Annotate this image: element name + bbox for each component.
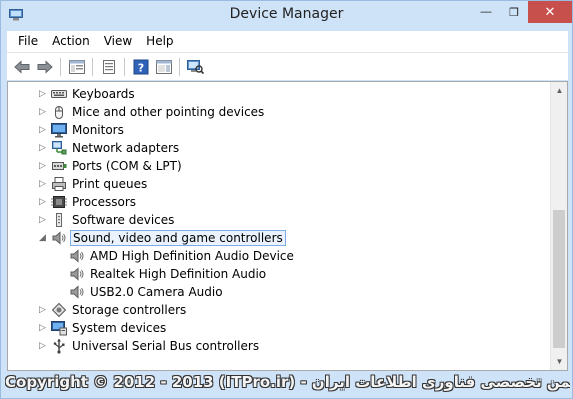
- port-icon: [51, 158, 67, 174]
- expand-arrow-icon[interactable]: ▷: [38, 179, 47, 188]
- tree-node-label[interactable]: Print queues: [70, 176, 149, 192]
- scroll-up-arrow-icon[interactable]: ▲: [551, 82, 567, 99]
- help-button[interactable]: ?: [129, 56, 152, 78]
- vertical-scrollbar[interactable]: ▲ ▼: [550, 82, 567, 370]
- copyright-watermark: Copyright © 2012 - 2013 (ITPro.ir) - انج…: [5, 373, 570, 391]
- tree-node-label[interactable]: Sound, video and game controllers: [70, 230, 286, 246]
- storage-icon: [51, 302, 67, 318]
- mouse-icon: [51, 104, 67, 120]
- show-hide-console-tree-button[interactable]: [65, 56, 88, 78]
- show-hide-tree-icon: [68, 59, 85, 74]
- tree-node-storage-controllers[interactable]: ▷ Storage controllers: [8, 301, 548, 319]
- tree-node-label[interactable]: Keyboards: [70, 86, 137, 102]
- tree-node-processors[interactable]: ▷ Processors: [8, 193, 548, 211]
- expand-arrow-icon[interactable]: ▷: [38, 341, 47, 350]
- expand-arrow-icon[interactable]: ▷: [38, 89, 47, 98]
- speaker-icon: [69, 266, 85, 282]
- window-controls: — ❐ ✕: [472, 1, 572, 23]
- properties-button[interactable]: [97, 56, 120, 78]
- printer-icon: [51, 176, 67, 192]
- keyboard-icon: [51, 86, 67, 102]
- help-icon: ?: [133, 59, 148, 74]
- expand-arrow-icon[interactable]: ▷: [38, 215, 47, 224]
- processor-icon: [51, 194, 67, 210]
- menu-file[interactable]: File: [11, 32, 45, 51]
- tree-node-amd-high-definition-audio-device[interactable]: AMD High Definition Audio Device: [8, 247, 548, 265]
- scroll-down-arrow-icon[interactable]: ▼: [551, 353, 567, 370]
- tree-node-universal-serial-bus-controllers[interactable]: ▷ Universal Serial Bus controllers: [8, 337, 548, 355]
- expand-arrow-icon[interactable]: ▷: [38, 161, 47, 170]
- forward-button[interactable]: [33, 56, 56, 78]
- tree-node-monitors[interactable]: ▷ Monitors: [8, 121, 548, 139]
- scan-hardware-icon: [187, 59, 204, 74]
- tree-node-label[interactable]: Storage controllers: [70, 302, 188, 318]
- tree-node-label[interactable]: USB2.0 Camera Audio: [88, 284, 225, 300]
- menu-help[interactable]: Help: [139, 32, 180, 51]
- speaker-icon: [51, 230, 67, 246]
- menu-bar: File Action View Help: [7, 31, 568, 52]
- action-pane-button[interactable]: [152, 56, 175, 78]
- toolbar-separator: [60, 57, 61, 76]
- monitor-icon: [51, 122, 67, 138]
- tree-node-system-devices[interactable]: ▷ System devices: [8, 319, 548, 337]
- toolbar-separator: [179, 57, 180, 76]
- tree-node-realtek-high-definition-audio[interactable]: Realtek High Definition Audio: [8, 265, 548, 283]
- tree-node-label[interactable]: Processors: [70, 194, 138, 210]
- tree-node-label[interactable]: Network adapters: [70, 140, 181, 156]
- tree-node-label[interactable]: Ports (COM & LPT): [70, 158, 184, 174]
- scrollbar-thumb[interactable]: [553, 210, 565, 348]
- tree-node-print-queues[interactable]: ▷ Print queues: [8, 175, 548, 193]
- speaker-icon: [69, 248, 85, 264]
- expand-arrow-icon[interactable]: ▷: [38, 143, 47, 152]
- back-button[interactable]: [10, 56, 33, 78]
- tree-node-sound-video-and-game-controllers[interactable]: ◢ Sound, video and game controllers: [8, 229, 548, 247]
- tree-node-network-adapters[interactable]: ▷ Network adapters: [8, 139, 548, 157]
- back-icon: [13, 59, 29, 74]
- tree-node-label[interactable]: Mice and other pointing devices: [70, 104, 266, 120]
- usb-icon: [51, 338, 67, 354]
- tree-node-label[interactable]: AMD High Definition Audio Device: [88, 248, 296, 264]
- menu-action[interactable]: Action: [45, 32, 97, 51]
- toolbar: ?: [7, 52, 568, 80]
- device-tree-pane: ▷ Keyboards ▷ Mice and other pointing devic…: [7, 81, 568, 371]
- minimize-button[interactable]: —: [472, 1, 500, 23]
- toolbar-separator: [92, 57, 93, 76]
- close-button[interactable]: ✕: [528, 1, 572, 23]
- expand-arrow-icon[interactable]: ▷: [38, 305, 47, 314]
- speaker-icon: [69, 284, 85, 300]
- maximize-button[interactable]: ❐: [500, 1, 528, 23]
- tree-node-keyboards[interactable]: ▷ Keyboards: [8, 85, 548, 103]
- expand-arrow-icon[interactable]: ▷: [38, 107, 47, 116]
- tree-node-mice-and-other-pointing-devices[interactable]: ▷ Mice and other pointing devices: [8, 103, 548, 121]
- tree-node-label[interactable]: System devices: [70, 320, 168, 336]
- network-icon: [51, 140, 67, 156]
- collapse-arrow-icon[interactable]: ◢: [38, 233, 47, 242]
- system-devices-icon: [51, 320, 67, 336]
- tree-node-label[interactable]: Universal Serial Bus controllers: [70, 338, 261, 354]
- tree-node-usb2-0-camera-audio[interactable]: USB2.0 Camera Audio: [8, 283, 548, 301]
- device-tree: ▷ Keyboards ▷ Mice and other pointing devic…: [8, 85, 548, 355]
- toolbar-separator: [124, 57, 125, 76]
- menu-view[interactable]: View: [97, 32, 139, 51]
- tree-node-label[interactable]: Software devices: [70, 212, 176, 228]
- tree-node-software-devices[interactable]: ▷ Software devices: [8, 211, 548, 229]
- software-device-icon: [51, 212, 67, 228]
- expand-arrow-icon[interactable]: ▷: [38, 197, 47, 206]
- title-bar[interactable]: Device Manager — ❐ ✕: [1, 1, 572, 29]
- properties-icon: [102, 59, 115, 74]
- device-manager-window: Device Manager — ❐ ✕ File Action View He…: [0, 0, 573, 399]
- tree-node-label[interactable]: Realtek High Definition Audio: [88, 266, 268, 282]
- forward-icon: [37, 59, 53, 74]
- tree-node-label[interactable]: Monitors: [70, 122, 126, 138]
- svg-text:?: ?: [137, 61, 143, 74]
- action-pane-icon: [155, 59, 172, 74]
- expand-arrow-icon[interactable]: ▷: [38, 323, 47, 332]
- expand-arrow-icon[interactable]: ▷: [38, 125, 47, 134]
- tree-node-ports-com-lpt[interactable]: ▷ Ports (COM & LPT): [8, 157, 548, 175]
- scan-hardware-changes-button[interactable]: [184, 56, 207, 78]
